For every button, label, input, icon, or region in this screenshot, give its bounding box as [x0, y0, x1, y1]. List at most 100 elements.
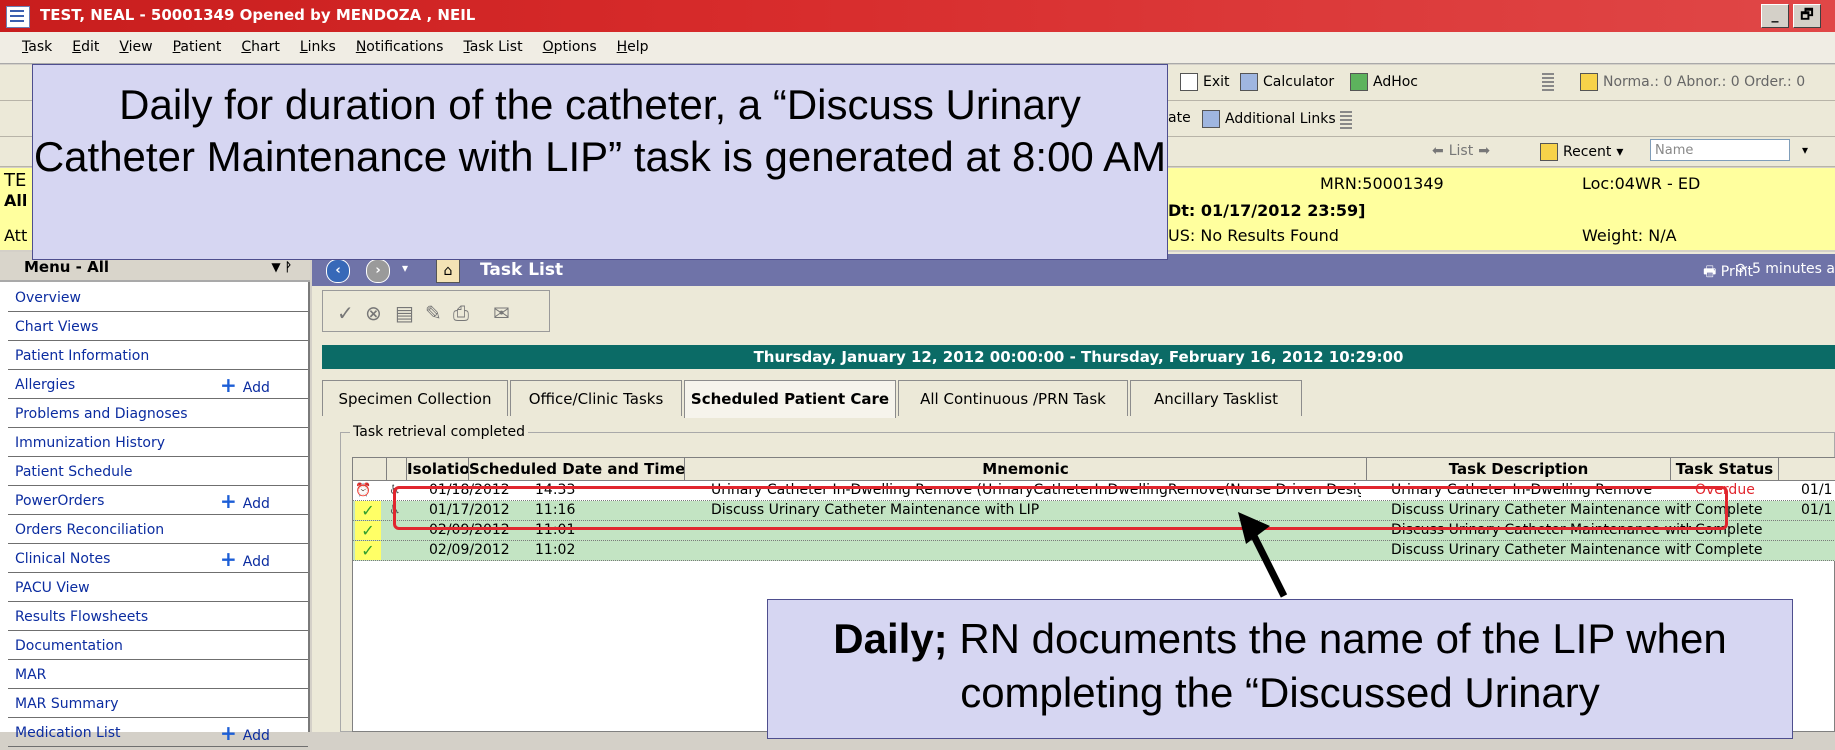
forward-icon[interactable]: ›: [366, 259, 390, 283]
menu-item-overview[interactable]: Overview: [8, 284, 308, 312]
col-scheduled[interactable]: Scheduled Date and Time: [469, 458, 685, 480]
callout-top: Daily for duration of the catheter, a “D…: [32, 64, 1168, 260]
banner-discharge-date: Dt: 01/17/2012 23:59]: [1168, 201, 1366, 220]
menu-task-list[interactable]: Task List: [463, 39, 522, 55]
grid-header: Isolatio Scheduled Date and Time Mnemoni…: [353, 458, 1835, 481]
reschedule-icon[interactable]: ✎: [425, 301, 442, 325]
toolbar-partial-item[interactable]: ate: [1168, 110, 1191, 126]
add-button[interactable]: + Add: [220, 487, 270, 518]
menu-item-problems-and-diagnoses[interactable]: Problems and Diagnoses: [8, 400, 308, 428]
key-icon: [1580, 73, 1598, 91]
alarm-icon: ⏰: [355, 483, 372, 498]
print-label-icon[interactable]: ⎙: [453, 301, 469, 325]
menu-item-label: PACU View: [15, 580, 90, 596]
menu-item-allergies[interactable]: Allergies + Add: [8, 371, 308, 399]
refresh-status[interactable]: ⟳ 5 minutes a: [1736, 261, 1835, 277]
task-info-icon[interactable]: ▤: [395, 301, 414, 325]
add-button[interactable]: + Add: [220, 545, 270, 576]
task-tabs: Specimen Collection Office/Clinic Tasks Sc…: [322, 380, 1835, 418]
comment-icon[interactable]: ✉: [493, 301, 510, 325]
menu-item-pacu-view[interactable]: PACU View: [8, 574, 308, 602]
col-status[interactable]: Task Status: [1671, 458, 1779, 480]
menu-notifications[interactable]: Notifications: [356, 39, 444, 55]
col-description[interactable]: Task Description: [1367, 458, 1671, 480]
col-mnemonic[interactable]: Mnemonic: [685, 458, 1367, 480]
menu-item-immunization-history[interactable]: Immunization History: [8, 429, 308, 457]
home-icon[interactable]: ⌂: [436, 259, 460, 283]
menu-task[interactable]: Task: [22, 39, 52, 55]
tab-office-clinic-tasks[interactable]: Office/Clinic Tasks: [510, 380, 682, 416]
chart-done-icon[interactable]: ✓: [337, 301, 354, 325]
menu-item-label: Orders Reconciliation: [15, 522, 165, 538]
calculator-button[interactable]: Calculator: [1240, 73, 1334, 91]
banner-attending-partial: Att: [4, 226, 28, 245]
tab-scheduled-patient-care[interactable]: Scheduled Patient Care: [684, 380, 896, 418]
menu-chart[interactable]: Chart: [241, 39, 279, 55]
list-navigation[interactable]: ⬅ List ➡: [1432, 143, 1490, 159]
arrow-pointer: [1238, 512, 1288, 598]
plus-icon: +: [220, 547, 237, 571]
row-highlight-box: [393, 486, 1728, 530]
restore-button[interactable]: 🗗: [1793, 4, 1821, 28]
banner-mrn: MRN:50001349: [1320, 174, 1444, 193]
toolbar-grip[interactable]: [1542, 73, 1554, 93]
menu-item-results-flowsheets[interactable]: Results Flowsheets: [8, 603, 308, 631]
menu-item-label: Results Flowsheets: [15, 609, 149, 625]
tab-specimen-collection[interactable]: Specimen Collection: [322, 380, 508, 416]
app-icon: [6, 6, 30, 28]
adhoc-button[interactable]: AdHoc: [1350, 73, 1418, 91]
menu-options[interactable]: Options: [543, 39, 597, 55]
add-button[interactable]: + Add: [220, 719, 270, 750]
toolbar-grip-2[interactable]: [1340, 111, 1352, 131]
minimize-button[interactable]: _: [1761, 4, 1789, 28]
menu-item-patient-information[interactable]: Patient Information: [8, 342, 308, 370]
menu-patient[interactable]: Patient: [173, 39, 222, 55]
exit-button[interactable]: Exit: [1180, 73, 1230, 91]
chart-not-done-icon[interactable]: ⊗: [365, 301, 382, 325]
cell-extra: 01/1: [1801, 502, 1833, 518]
banner-allergy-partial: All: [4, 191, 28, 210]
menu-bar: Task Edit View Patient Chart Links Notificatio…: [0, 32, 1835, 64]
menu-item-clinical-notes[interactable]: Clinical Notes + Add: [8, 545, 308, 573]
back-icon[interactable]: ‹: [326, 259, 350, 283]
back-arrow-icon: ⬅: [1432, 143, 1444, 159]
add-label: Add: [242, 728, 270, 744]
tab-ancillary-tasklist[interactable]: Ancillary Tasklist: [1130, 380, 1302, 416]
menu-item-label: Documentation: [15, 638, 123, 654]
left-menu: Menu - All ▼ ᚹ Overview Chart Views Patien…: [0, 252, 310, 747]
add-label: Add: [242, 496, 270, 512]
menu-item-mar-summary[interactable]: MAR Summary: [8, 690, 308, 718]
search-dropdown-icon[interactable]: ▾: [1802, 143, 1808, 157]
menu-item-label: Chart Views: [15, 319, 99, 335]
table-row[interactable]: ✓ 02/09/2012 11:02 Discuss Urinary Catheter…: [353, 541, 1835, 561]
tab-all-continuous-prn-task[interactable]: All Continuous /PRN Task: [898, 380, 1128, 416]
patient-name-search[interactable]: Name: [1650, 139, 1790, 161]
window-title: TEST, NEAL - 50001349 Opened by MENDOZA …: [40, 6, 476, 24]
menu-item-documentation[interactable]: Documentation: [8, 632, 308, 660]
menu-item-orders-reconciliation[interactable]: Orders Reconciliation: [8, 516, 308, 544]
menu-edit[interactable]: Edit: [72, 39, 99, 55]
menu-help[interactable]: Help: [617, 39, 649, 55]
menu-links[interactable]: Links: [300, 39, 336, 55]
menu-item-label: Problems and Diagnoses: [15, 406, 188, 422]
banner-location: Loc:04WR - ED: [1582, 174, 1701, 193]
chevron-down-icon: ▾: [1616, 144, 1624, 160]
menu-item-patient-schedule[interactable]: Patient Schedule: [8, 458, 308, 486]
add-label: Add: [242, 380, 270, 396]
add-button[interactable]: + Add: [220, 371, 270, 402]
title-bar: TEST, NEAL - 50001349 Opened by MENDOZA …: [0, 0, 1835, 32]
recent-dropdown[interactable]: Recent ▾: [1540, 143, 1623, 161]
date-range-bar[interactable]: Thursday, January 12, 2012 00:00:00 - Th…: [322, 345, 1835, 369]
menu-item-medication-list[interactable]: Medication List + Add: [8, 719, 308, 747]
menu-item-mar[interactable]: MAR: [8, 661, 308, 689]
add-label: Add: [242, 554, 270, 570]
banner-results: US: No Results Found: [1168, 226, 1339, 245]
menu-item-chart-views[interactable]: Chart Views: [8, 313, 308, 341]
additional-links-button[interactable]: Additional Links: [1202, 110, 1336, 128]
history-dropdown-icon[interactable]: ▾: [402, 261, 408, 275]
col-isolation[interactable]: Isolatio: [407, 458, 469, 480]
check-icon: ✓: [355, 541, 381, 560]
plus-icon: +: [220, 721, 237, 745]
menu-view[interactable]: View: [119, 39, 152, 55]
menu-item-powerorders[interactable]: PowerOrders + Add: [8, 487, 308, 515]
